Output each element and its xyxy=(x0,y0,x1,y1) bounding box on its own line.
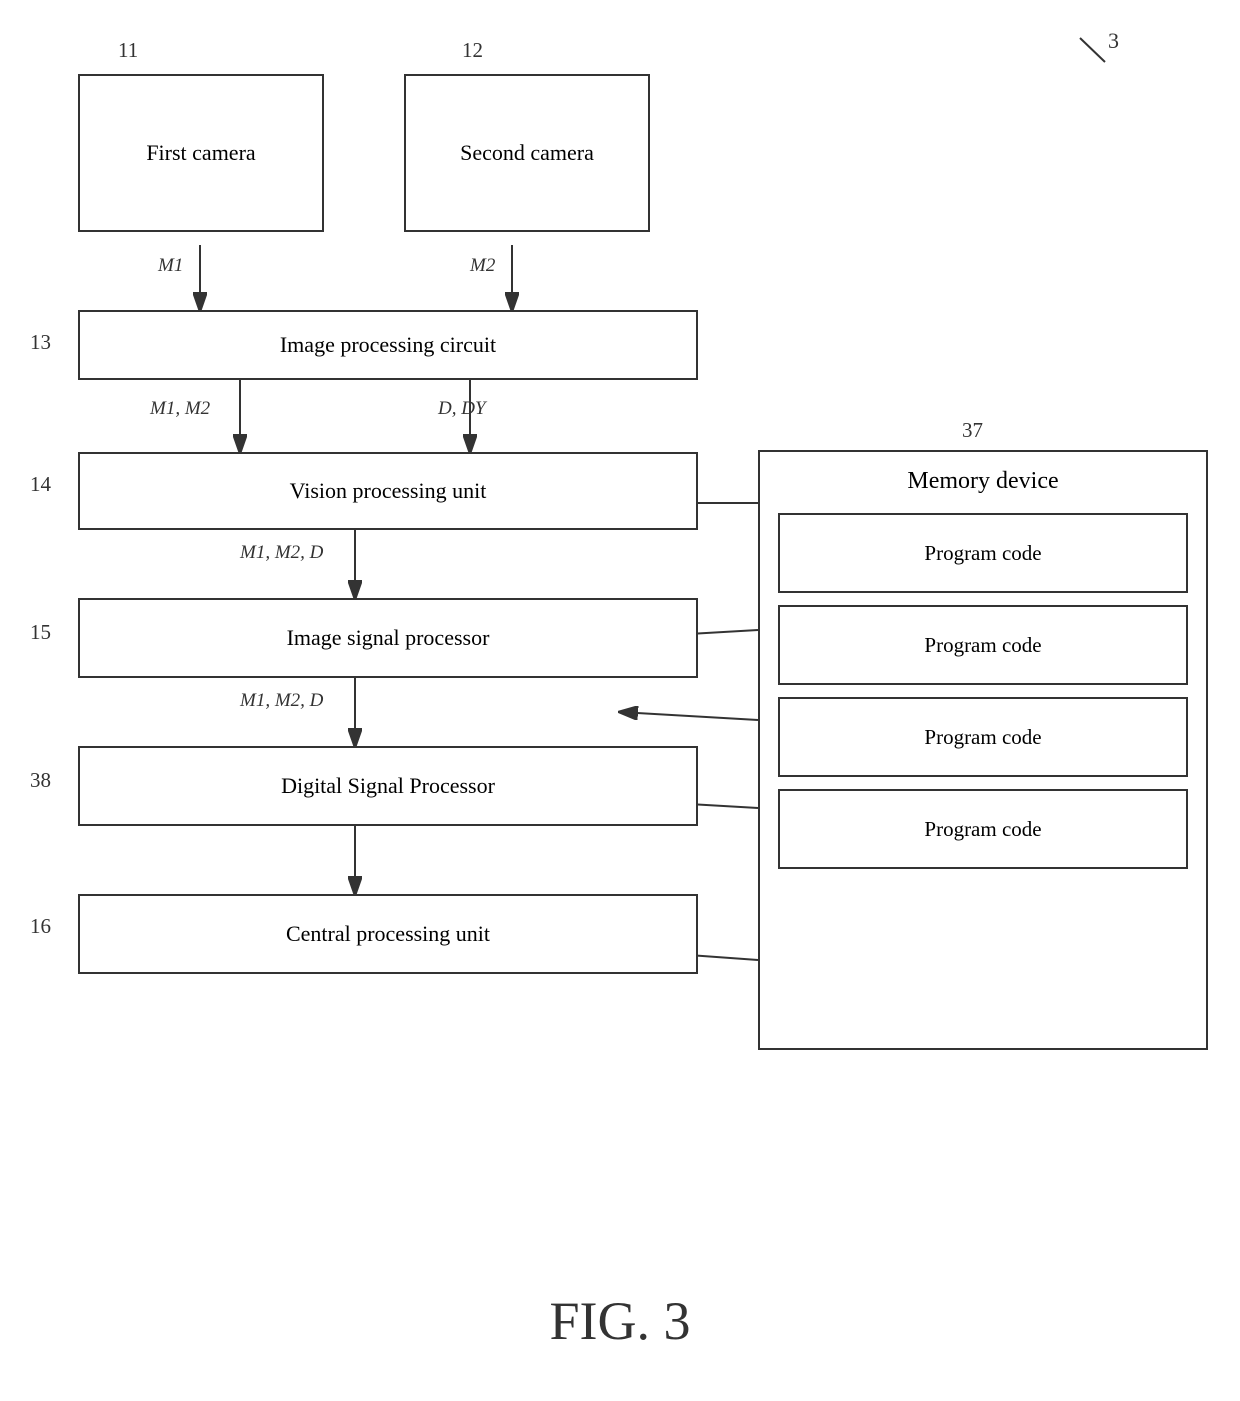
figure-label: FIG. 3 xyxy=(420,1290,820,1352)
program-code-3-box: Program code xyxy=(778,697,1188,777)
program-code-4-label: Program code xyxy=(924,816,1041,843)
program-code-3-label: Program code xyxy=(924,724,1041,751)
central-processing-box: Central processing unit xyxy=(78,894,698,974)
program-code-1-box: Program code xyxy=(778,513,1188,593)
program-code-4-box: Program code xyxy=(778,789,1188,869)
memory-device-ref: 37 xyxy=(962,418,983,443)
image-processing-label: Image processing circuit xyxy=(280,331,496,360)
first-camera-label: First camera xyxy=(146,139,255,168)
digital-signal-label: Digital Signal Processor xyxy=(281,772,495,801)
m1m2d-label-1: M1, M2, D xyxy=(240,542,323,564)
ddy-label: D, DY xyxy=(438,398,486,420)
vision-processing-label: Vision processing unit xyxy=(290,477,487,506)
program-code-1-label: Program code xyxy=(924,540,1041,567)
memory-device-title: Memory device xyxy=(760,452,1206,507)
image-signal-ref: 15 xyxy=(30,620,51,645)
memory-device-box: Memory device Program code Program code … xyxy=(758,450,1208,1050)
m1m2-label: M1, M2 xyxy=(150,398,210,420)
image-signal-box: Image signal processor xyxy=(78,598,698,678)
digital-signal-ref: 38 xyxy=(30,768,51,793)
image-signal-label: Image signal processor xyxy=(287,624,490,653)
image-processing-box: Image processing circuit xyxy=(78,310,698,380)
second-camera-ref: 12 xyxy=(462,38,483,63)
first-camera-box: First camera xyxy=(78,74,324,232)
ref-3: 3 xyxy=(1108,28,1119,54)
program-code-2-box: Program code xyxy=(778,605,1188,685)
image-processing-ref: 13 xyxy=(30,330,51,355)
m2-label: M2 xyxy=(470,255,495,277)
digital-signal-box: Digital Signal Processor xyxy=(78,746,698,826)
central-processing-ref: 16 xyxy=(30,914,51,939)
m1-label: M1 xyxy=(158,255,183,277)
vision-processing-ref: 14 xyxy=(30,472,51,497)
m1m2d-label-2: M1, M2, D xyxy=(240,690,323,712)
program-code-2-label: Program code xyxy=(924,632,1041,659)
first-camera-ref: 11 xyxy=(118,38,138,63)
second-camera-box: Second camera xyxy=(404,74,650,232)
vision-processing-box: Vision processing unit xyxy=(78,452,698,530)
second-camera-label: Second camera xyxy=(460,139,594,168)
central-processing-label: Central processing unit xyxy=(286,920,490,949)
